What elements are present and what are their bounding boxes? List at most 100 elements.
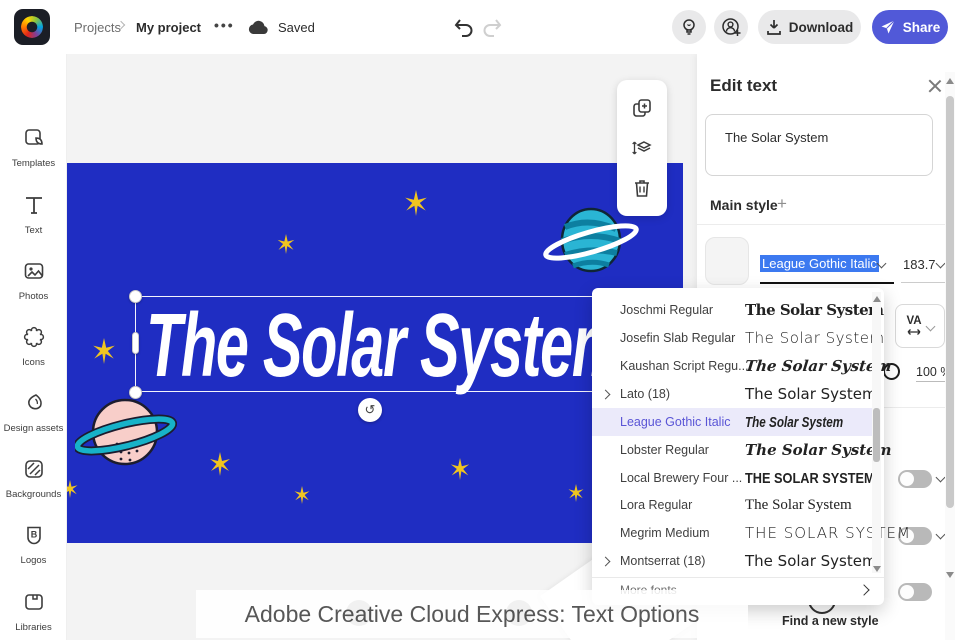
redo-icon[interactable] xyxy=(481,17,503,37)
divider xyxy=(697,224,955,225)
reorder-layers-button[interactable] xyxy=(631,137,653,159)
add-style-button[interactable]: + xyxy=(777,194,787,214)
sidebar-label: Photos xyxy=(18,291,49,302)
font-preview: The Solar System xyxy=(745,385,877,403)
font-preview: The Solar System xyxy=(745,524,911,542)
sidebar-item-backgrounds[interactable]: Backgrounds xyxy=(0,457,67,500)
sidebar-item-icons[interactable]: Icons xyxy=(0,325,67,368)
top-bar: Projects My project ••• Saved Download S… xyxy=(0,0,960,54)
chevron-down-icon[interactable] xyxy=(935,529,946,540)
font-option-josefin[interactable]: Josefin Slab Regular The Solar System xyxy=(592,324,884,352)
sidebar-item-libraries[interactable]: Libraries xyxy=(0,590,67,633)
scroll-up-arrow-icon[interactable] xyxy=(873,296,881,302)
star-sparkle-icon xyxy=(568,484,584,502)
text-selection-box[interactable] xyxy=(135,296,605,392)
download-button[interactable]: Download xyxy=(758,10,861,44)
font-preview: The Solar System xyxy=(745,413,844,431)
font-preview: The Solar System xyxy=(745,552,877,570)
font-field-underline xyxy=(760,282,894,284)
share-button[interactable]: Share xyxy=(872,10,948,44)
text-icon xyxy=(25,197,42,214)
libraries-icon xyxy=(24,594,43,610)
breadcrumb-projects[interactable]: Projects xyxy=(74,20,121,35)
font-option-lora[interactable]: Lora Regular The Solar System xyxy=(592,491,872,519)
sidebar-item-logos[interactable]: B Logos xyxy=(0,523,67,566)
lightbulb-icon xyxy=(683,19,695,35)
font-preview: The Solar System xyxy=(745,329,885,347)
font-size-field[interactable]: 183.7 xyxy=(903,257,936,272)
sidebar-label: Libraries xyxy=(15,622,52,633)
toggle-switch[interactable] xyxy=(898,470,932,488)
font-option-joschmi[interactable]: Joschmi Regular The Solar System xyxy=(592,296,884,324)
sidebar-item-photos[interactable]: Photos xyxy=(0,259,67,302)
caption-text: Adobe Creative Cloud Express: Text Optio… xyxy=(244,600,700,627)
font-option-kaushan[interactable]: Kaushan Script Regu... The Solar System xyxy=(592,352,893,380)
star-sparkle-icon xyxy=(93,338,115,364)
kerning-label: VA xyxy=(906,315,922,328)
inspiration-button[interactable] xyxy=(672,10,706,44)
star-sparkle-icon xyxy=(210,452,230,476)
font-preview: The Solar System xyxy=(745,301,884,319)
font-preview: The Solar System xyxy=(745,441,892,459)
text-content-input[interactable]: The Solar System xyxy=(705,114,933,176)
font-option-montserrat[interactable]: Montserrat (18) The Solar System xyxy=(592,547,877,575)
font-preview: The Solar System xyxy=(745,469,875,487)
download-icon xyxy=(766,20,781,35)
templates-icon xyxy=(24,129,43,145)
star-sparkle-icon xyxy=(405,190,427,216)
creative-cloud-logo[interactable] xyxy=(14,9,50,45)
font-option-local-brewery[interactable]: Local Brewery Four ... The Solar System xyxy=(592,464,875,492)
backgrounds-icon xyxy=(24,460,43,478)
star-sparkle-icon xyxy=(294,486,310,504)
letter-spacing-button[interactable]: VA xyxy=(895,304,945,348)
size-field-underline xyxy=(901,282,950,283)
text-style-swatch[interactable] xyxy=(705,237,749,285)
share-label: Share xyxy=(902,19,941,35)
more-options-button[interactable]: ••• xyxy=(214,17,235,33)
font-name-field[interactable]: League Gothic Italic xyxy=(760,255,879,272)
sidebar-label: Templates xyxy=(11,158,56,169)
sidebar-item-design-assets[interactable]: Design assets xyxy=(0,391,67,434)
font-option-megrim[interactable]: Megrim Medium The Solar System xyxy=(592,519,910,547)
star-sparkle-icon xyxy=(67,480,78,498)
toggle-switch[interactable] xyxy=(898,583,932,601)
left-sidebar: Templates Text Photos Icons Design asset… xyxy=(0,54,67,640)
sidebar-label: Backgrounds xyxy=(5,489,62,500)
main-style-label: Main style xyxy=(710,197,778,213)
font-option-lato[interactable]: Lato (18) The Solar System xyxy=(592,380,877,408)
sidebar-item-templates[interactable]: Templates xyxy=(0,126,67,169)
invite-collaborator-button[interactable] xyxy=(714,10,748,44)
chevron-right-icon[interactable] xyxy=(600,556,611,566)
close-icon[interactable] xyxy=(927,78,943,94)
scroll-down-arrow-icon[interactable] xyxy=(946,572,954,578)
video-caption-overlay: Adobe Creative Cloud Express: Text Optio… xyxy=(196,590,748,638)
sidebar-label: Icons xyxy=(22,357,45,368)
chevron-down-icon[interactable] xyxy=(935,258,946,269)
find-new-style-link[interactable]: Find a new style xyxy=(782,614,879,628)
svg-text:B: B xyxy=(30,530,37,540)
design-assets-icon xyxy=(27,394,42,410)
delete-button[interactable] xyxy=(631,177,653,199)
font-option-lobster[interactable]: Lobster Regular The Solar System xyxy=(592,436,892,464)
font-option-league-gothic[interactable]: League Gothic Italic The Solar System xyxy=(592,408,872,436)
scroll-down-arrow-icon[interactable] xyxy=(873,566,881,572)
resize-handle-top-left[interactable] xyxy=(129,290,142,303)
chevron-right-icon[interactable] xyxy=(600,389,611,399)
cloud-saved-icon xyxy=(248,20,268,34)
panel-scrollbar-thumb[interactable] xyxy=(946,96,954,508)
pink-planet-illustration xyxy=(75,398,177,466)
adobe-express-app: Projects My project ••• Saved Download S… xyxy=(0,0,960,640)
undo-icon[interactable] xyxy=(453,17,475,37)
divider xyxy=(592,577,884,578)
ghost-control xyxy=(346,600,372,626)
sidebar-label: Text xyxy=(24,225,43,236)
dropdown-scrollbar-thumb[interactable] xyxy=(873,408,880,462)
duplicate-button[interactable] xyxy=(631,97,653,119)
rotate-handle[interactable]: ↺ xyxy=(358,398,382,422)
resize-handle-bottom-left[interactable] xyxy=(129,386,142,399)
resize-handle-left[interactable] xyxy=(132,332,139,354)
scroll-up-arrow-icon[interactable] xyxy=(946,78,954,84)
chevron-down-icon[interactable] xyxy=(935,472,946,483)
sidebar-item-text[interactable]: Text xyxy=(0,193,67,236)
chevron-right-icon[interactable] xyxy=(858,584,870,596)
